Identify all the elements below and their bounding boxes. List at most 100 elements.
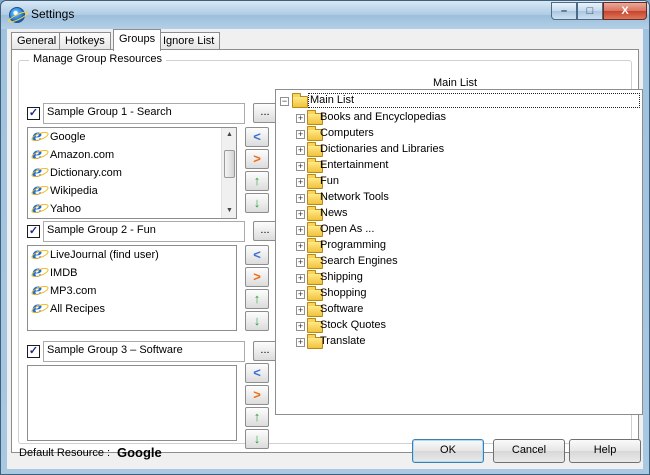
group-3-browse-button[interactable]: ... (253, 341, 277, 361)
tab-general[interactable]: General (11, 32, 63, 50)
group-1-move-right-button[interactable]: > (245, 149, 269, 169)
main-list-tree[interactable]: − Main List + Books and Encyclopedias + Com… (275, 89, 643, 415)
help-button[interactable]: Help (569, 439, 641, 463)
tree-node-label: Network Tools (320, 191, 389, 203)
maximize-button[interactable]: □ (577, 2, 603, 20)
group-1-list[interactable]: Google Amazon.com Dictionary.com Wikiped… (27, 127, 237, 219)
scroll-down-arrow-icon[interactable]: ▼ (222, 204, 236, 218)
expand-icon[interactable]: + (296, 242, 305, 251)
collapse-icon[interactable]: − (280, 97, 289, 106)
expand-icon[interactable]: + (296, 178, 305, 187)
cancel-button[interactable]: Cancel (493, 439, 565, 463)
group-1-move-up-button[interactable]: ↑ (245, 171, 269, 191)
expand-icon[interactable]: + (296, 210, 305, 219)
tree-node-label: News (320, 207, 348, 219)
tree-node-label: Fun (320, 175, 339, 187)
expand-icon[interactable]: + (296, 338, 305, 347)
group-2-name-field[interactable]: Sample Group 2 - Fun (43, 221, 245, 242)
ok-button[interactable]: OK (412, 439, 484, 463)
expand-icon[interactable]: + (296, 114, 305, 123)
list-item[interactable]: All Recipes (28, 299, 236, 318)
group-1-browse-button[interactable]: ... (253, 103, 277, 123)
group-3-name-field[interactable]: Sample Group 3 – Software (43, 341, 245, 362)
close-button[interactable]: X (603, 2, 647, 20)
default-resource-value: Google (117, 445, 162, 460)
expand-icon[interactable]: + (296, 290, 305, 299)
tree-node-label: Entertainment (320, 159, 389, 171)
group-3-move-right-button[interactable]: > (245, 385, 269, 405)
group-3-list[interactable] (27, 365, 237, 441)
tree-node[interactable]: + Programming (276, 238, 636, 254)
group-2-checkbox[interactable]: ✓ (27, 225, 40, 238)
tab-groups[interactable]: Groups (113, 29, 162, 51)
tree-node[interactable]: + News (276, 206, 636, 222)
expand-icon[interactable]: + (296, 226, 305, 235)
group-2-move-down-button[interactable]: ↓ (245, 311, 269, 331)
group-1-name-field[interactable]: Sample Group 1 - Search (43, 103, 245, 124)
expand-icon[interactable]: + (296, 306, 305, 315)
tree-node[interactable]: + Computers (276, 126, 636, 142)
group-2-move-up-button[interactable]: ↑ (245, 289, 269, 309)
list-item[interactable]: Dictionary.com (28, 163, 236, 182)
internet-explorer-icon (32, 281, 46, 299)
tree-node[interactable]: + Translate (276, 334, 636, 350)
main-list-title: Main List (433, 77, 478, 89)
list-item[interactable]: IMDB (28, 263, 236, 282)
tree-node-label: Translate (320, 335, 366, 347)
tree-node[interactable]: + Search Engines (276, 254, 636, 270)
list-item[interactable]: MP3.com (28, 281, 236, 300)
tree-node-label: Stock Quotes (320, 319, 387, 331)
tree-node[interactable]: + Entertainment (276, 158, 636, 174)
tree-root-label: Main List (308, 93, 640, 108)
minimize-button[interactable]: – (551, 2, 577, 20)
tree-node[interactable]: + Software (276, 302, 636, 318)
list-item[interactable]: Yahoo (28, 199, 236, 218)
group-1-scrollbar[interactable]: ▲ ▼ (221, 128, 236, 218)
tab-ignore-list[interactable]: Ignore List (157, 32, 221, 50)
default-resource-label: Default Resource : (19, 447, 111, 459)
tree-root-node[interactable]: − Main List (280, 93, 642, 110)
tree-node[interactable]: + Shipping (276, 270, 636, 286)
tree-node[interactable]: + Stock Quotes (276, 318, 636, 334)
tree-node[interactable]: + Open As ... (276, 222, 636, 238)
internet-explorer-icon (32, 145, 46, 163)
title-bar[interactable]: Settings – □ X (1, 1, 649, 29)
tree-node-label: Books and Encyclopedias (320, 111, 446, 123)
tree-node-label: Search Engines (320, 255, 398, 267)
group-3-move-left-button[interactable]: < (245, 363, 269, 383)
tree-node[interactable]: + Books and Encyclopedias (276, 110, 636, 126)
tree-node[interactable]: + Shopping (276, 286, 636, 302)
tree-node[interactable]: + Fun (276, 174, 636, 190)
list-item[interactable]: Amazon.com (28, 145, 236, 164)
expand-icon[interactable]: + (296, 258, 305, 267)
group-2-browse-button[interactable]: ... (253, 221, 277, 241)
group-3-checkbox[interactable]: ✓ (27, 345, 40, 358)
list-item[interactable]: Wikipedia (28, 181, 236, 200)
expand-icon[interactable]: + (296, 130, 305, 139)
tree-node[interactable]: + Network Tools (276, 190, 636, 206)
dialog-client: General Hotkeys Groups Ignore List Manag… (7, 29, 643, 469)
scroll-thumb[interactable] (224, 150, 235, 178)
scroll-up-arrow-icon[interactable]: ▲ (222, 128, 236, 142)
list-item[interactable]: LiveJournal (find user) (28, 246, 236, 264)
expand-icon[interactable]: + (296, 274, 305, 283)
tree-node-label: Dictionaries and Libraries (320, 143, 445, 155)
tab-hotkeys[interactable]: Hotkeys (59, 32, 111, 50)
group-2-list[interactable]: LiveJournal (find user) IMDB MP3.com All… (27, 245, 237, 331)
group-1-move-left-button[interactable]: < (245, 127, 269, 147)
tree-node-label: Software (320, 303, 364, 315)
expand-icon[interactable]: + (296, 194, 305, 203)
expand-icon[interactable]: + (296, 322, 305, 331)
group-1-move-down-button[interactable]: ↓ (245, 193, 269, 213)
expand-icon[interactable]: + (296, 146, 305, 155)
list-item[interactable]: Google (28, 128, 236, 146)
group-3-move-up-button[interactable]: ↑ (245, 407, 269, 427)
tree-node[interactable]: + Dictionaries and Libraries (276, 142, 636, 158)
internet-explorer-icon (32, 263, 46, 281)
expand-icon[interactable]: + (296, 162, 305, 171)
group-1-checkbox[interactable]: ✓ (27, 107, 40, 120)
group-2-move-left-button[interactable]: < (245, 245, 269, 265)
group-2-move-right-button[interactable]: > (245, 267, 269, 287)
group-3-move-down-button[interactable]: ↓ (245, 429, 269, 449)
tree-node-label: Programming (320, 239, 387, 251)
